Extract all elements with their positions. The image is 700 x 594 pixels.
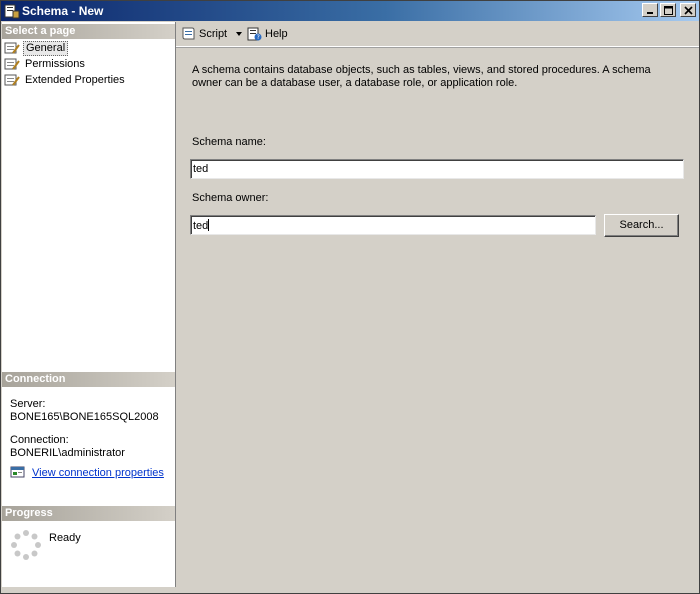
view-connection-properties-link[interactable]: View connection properties [10,466,164,480]
schema-description: A schema contains database objects, such… [192,64,651,89]
window-title: Schema - New [22,4,104,18]
schema-owner-label: Schema owner: [192,192,269,204]
window-bottom-edge [1,587,699,593]
script-label: Script [199,28,228,40]
search-button[interactable]: Search... [604,214,679,237]
connection-value: BONERIL\administrator [10,447,125,459]
close-icon [684,6,693,15]
view-connection-properties-label[interactable]: View connection properties [32,467,164,479]
schema-name-field[interactable]: ted [190,159,684,179]
minimize-icon [647,12,653,14]
dropdown-arrow-icon[interactable] [233,30,245,38]
help-button[interactable]: ? Help [246,26,288,42]
right-pane: Script ? Help A schema contains database… [176,22,699,587]
connection-header: Connection [2,372,175,387]
toolbar: Script ? Help [176,22,699,47]
minimize-button[interactable] [642,3,658,17]
schema-new-window: Schema - New Select a page General Permi… [0,0,700,594]
maximize-button[interactable] [660,3,676,17]
page-item-label: Extended Properties [25,74,125,86]
maximize-icon [664,6,673,15]
connection-label: Connection: [10,434,69,446]
progress-status: Ready [49,532,81,544]
schema-owner-value: ted [193,220,209,232]
select-page-header: Select a page [2,24,175,39]
script-button[interactable]: Script [180,26,245,42]
page-item-label: General [23,40,69,56]
close-button[interactable] [680,3,696,17]
schema-name-label: Schema name: [192,136,266,148]
page-wrench-icon [4,58,20,70]
title-bar[interactable]: Schema - New [1,1,699,21]
page-item-extended-properties[interactable]: Extended Properties [4,72,127,88]
page-item-general[interactable]: General [4,40,69,56]
svg-text:?: ? [257,34,260,41]
schema-owner-field[interactable]: ted [190,215,596,235]
server-value: BONE165\BONE165SQL2008 [10,411,159,423]
page-item-label: Permissions [25,58,85,70]
schema-app-icon [4,4,20,19]
help-label: Help [265,28,288,40]
page-item-permissions[interactable]: Permissions [4,56,87,72]
script-icon [182,27,195,40]
progress-header: Progress [2,506,175,521]
page-wrench-icon [4,74,20,86]
help-icon: ? [247,27,262,41]
connection-properties-icon [10,466,25,478]
left-pane: Select a page General Permissions Extend… [2,22,176,587]
progress-spinner-icon [11,530,41,560]
page-wrench-icon [4,42,20,54]
text-caret [208,219,210,231]
server-label: Server: [10,398,46,410]
schema-name-value: ted [193,163,209,175]
